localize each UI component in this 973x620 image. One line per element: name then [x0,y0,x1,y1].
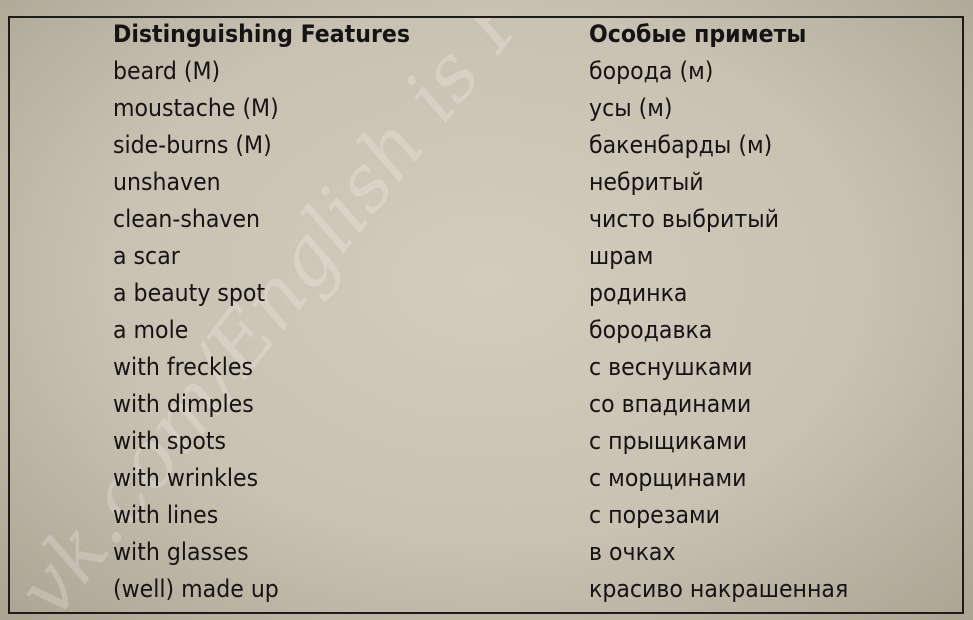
english-term: with glasses [113,538,249,566]
english-term: side-burns (M) [113,131,272,159]
russian-translation: с веснушками [589,353,753,381]
russian-translation: родинка [589,279,688,307]
english-term: (well) made up [113,575,279,603]
english-term: with freckles [113,353,253,381]
russian-translation: чисто выбритый [589,205,780,233]
russian-translation: со впадинами [589,390,752,418]
english-term: a scar [113,242,180,270]
english-term: moustache (M) [113,94,279,122]
english-header: Distinguishing Features [113,20,410,48]
english-term: clean-shaven [113,205,261,233]
russian-translation: красиво накрашенная [589,575,849,603]
russian-translation: бородавка [589,316,713,344]
english-term: with spots [113,427,227,455]
russian-translation: с порезами [589,501,720,529]
english-term: a beauty spot [113,279,266,307]
english-term: a mole [113,316,189,344]
russian-translation: небритый [589,168,704,196]
russian-column: Особые приметы борода (м) усы (м) бакенбар… [589,16,871,608]
russian-translation: в очках [589,538,676,566]
english-term: with lines [113,501,219,529]
russian-translation: шрам [589,242,654,270]
english-term: with wrinkles [113,464,259,492]
english-term: unshaven [113,168,221,196]
russian-translation: с морщинами [589,464,747,492]
russian-translation: борода (м) [589,57,714,85]
russian-header: Особые приметы [589,20,807,48]
russian-translation: бакенбарды (м) [589,131,773,159]
english-term: with dimples [113,390,254,418]
english-column: Distinguishing Features beard (M) moustac… [113,16,436,608]
russian-translation: с прыщиками [589,427,748,455]
russian-translation: усы (м) [589,94,673,122]
english-term: beard (M) [113,57,221,85]
